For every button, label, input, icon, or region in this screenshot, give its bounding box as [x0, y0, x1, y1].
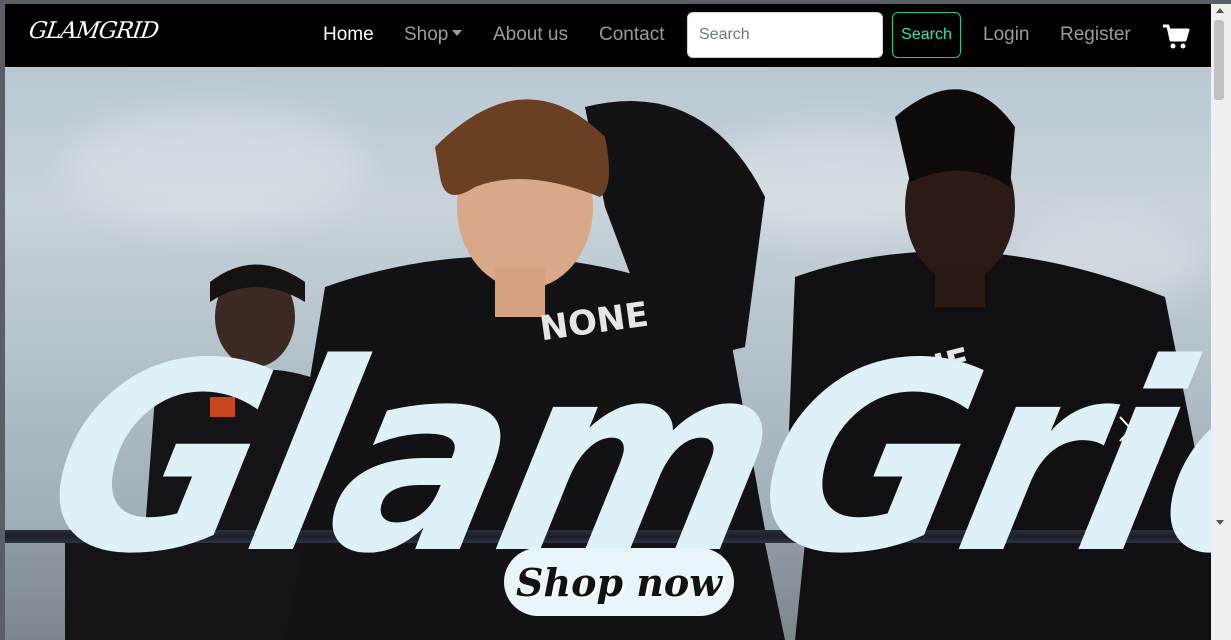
shop-now-button[interactable]: Shop now [504, 548, 734, 616]
search-input[interactable] [687, 12, 883, 58]
lower-scrollbar[interactable] [1211, 543, 1231, 640]
nav-shop-label: Shop [404, 24, 449, 45]
scroll-up-icon[interactable] [1216, 8, 1224, 13]
nav-about-link[interactable]: About us [493, 24, 568, 46]
chevron-down-icon [452, 30, 463, 36]
nav-register-link[interactable]: Register [1060, 24, 1131, 46]
nav-shop-dropdown[interactable]: Shop [404, 24, 463, 46]
brand-logo[interactable]: GLAMGRID [27, 18, 160, 44]
nav-login-link[interactable]: Login [983, 24, 1030, 46]
scrollbar-thumb[interactable] [1214, 20, 1224, 100]
cart-icon[interactable] [1162, 24, 1190, 50]
nav-contact-link[interactable]: Contact [599, 24, 664, 46]
navbar: GLAMGRID Home Shop About us Contact Sear… [5, 4, 1211, 67]
scroll-down-icon[interactable] [1216, 520, 1224, 525]
search-button[interactable]: Search [892, 12, 961, 58]
nav-home-link[interactable]: Home [323, 24, 374, 46]
